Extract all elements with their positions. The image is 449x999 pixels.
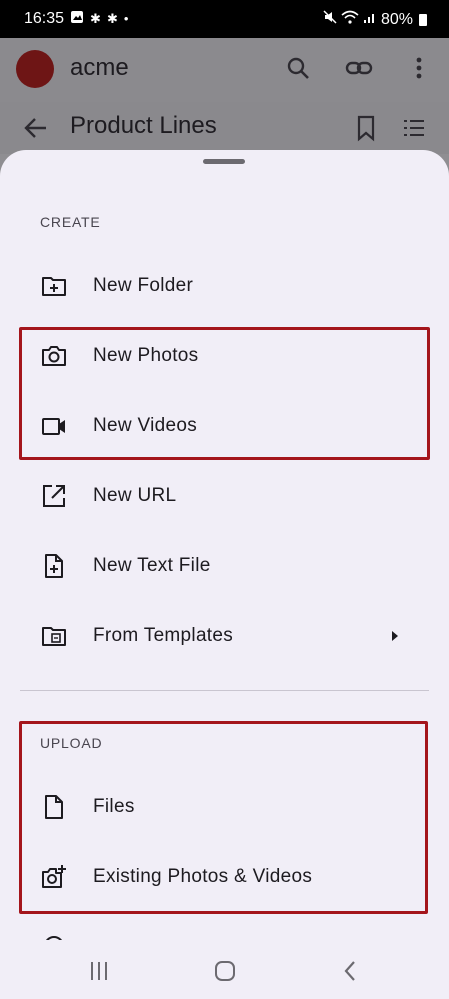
highlight-box-create [19,327,430,460]
new-text-file-label: New Text File [93,555,211,576]
status-bar: 16:35 ✱ ✱ • 80% [0,0,449,38]
new-text-file-item[interactable]: New Text File [0,530,449,600]
page-title: Product Lines [70,112,217,139]
avatar[interactable] [16,50,54,88]
from-templates-item[interactable]: From Templates [0,600,449,670]
battery-icon [419,13,427,26]
wifi-icon [341,10,359,29]
section-divider [20,690,429,691]
system-nav-bar [0,940,449,999]
bookmark-icon[interactable] [352,114,380,142]
highlight-box-upload [19,721,428,914]
create-section-header: CREATE [40,214,101,230]
back-arrow-icon[interactable] [22,114,50,142]
signal-icon [363,10,377,29]
from-templates-label: From Templates [93,625,234,646]
more-vert-icon[interactable] [405,54,433,82]
search-icon[interactable] [284,54,312,82]
open-in-new-icon [40,482,68,510]
app-bar: acme [0,38,449,102]
dot-icon: • [123,11,129,26]
clock: 16:35 [24,10,65,27]
folder-add-icon [40,272,68,300]
create-bottom-sheet: CREATE New Folder New Photos New Videos … [0,150,449,940]
new-folder-item[interactable]: New Folder [0,250,449,320]
new-url-label: New URL [93,485,177,506]
sort-list-icon[interactable] [400,114,428,142]
app-title: acme [70,54,129,81]
status-bar-left: 16:35 ✱ ✱ • [24,10,128,28]
submenu-arrow-icon [389,628,401,644]
mute-icon [323,10,337,29]
home-icon[interactable] [212,958,238,984]
drag-handle[interactable] [203,159,245,164]
sparkle-icon: ✱ [90,11,101,26]
folder-template-icon [40,622,68,650]
back-icon[interactable] [338,958,364,984]
new-url-item[interactable]: New URL [0,460,449,530]
folder-toolbar: Product Lines [0,102,449,154]
recents-icon[interactable] [87,958,113,984]
link-icon[interactable] [345,54,373,82]
battery-text: 80% [380,10,413,28]
gallery-icon [70,10,84,28]
new-folder-label: New Folder [93,275,194,296]
status-bar-right: 80% [323,10,427,29]
sparkle-icon: ✱ [106,11,118,26]
note-add-icon [40,552,68,580]
